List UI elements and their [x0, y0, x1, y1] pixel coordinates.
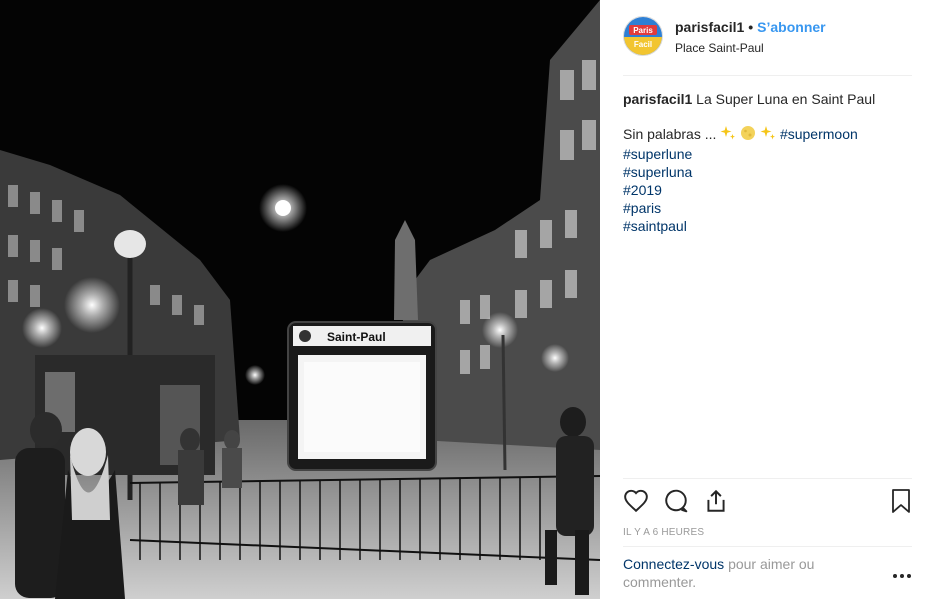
sparkles-icon: [760, 125, 776, 145]
caption: parisfacil1 La Super Luna en Saint Paul …: [623, 90, 912, 235]
header-separator: •: [748, 19, 754, 35]
comment-icon[interactable]: [663, 488, 689, 519]
share-icon[interactable]: [703, 488, 729, 519]
hashtag-link[interactable]: #saintpaul: [623, 217, 912, 235]
hashtag-link[interactable]: #paris: [623, 199, 912, 217]
login-divider: [623, 546, 912, 547]
avatar[interactable]: Paris Facil: [623, 16, 663, 56]
follow-button[interactable]: S’abonner: [757, 19, 825, 35]
header-divider: [623, 75, 912, 76]
more-options-icon[interactable]: [892, 566, 912, 584]
caption-username[interactable]: parisfacil1: [623, 91, 692, 107]
location-link[interactable]: Place Saint-Paul: [675, 41, 764, 55]
post-header: Paris Facil parisfacil1 • S’abonner Place …: [623, 14, 912, 74]
post-timestamp[interactable]: IL Y A 6 HEURES: [623, 527, 704, 538]
caption-title-row: parisfacil1 La Super Luna en Saint Paul: [623, 90, 912, 108]
bookmark-icon[interactable]: [889, 488, 913, 519]
hashtag-link[interactable]: #superlune: [623, 145, 912, 163]
caption-body: Sin palabras ... #supermoon #superlune #…: [623, 125, 912, 235]
hashtag-link[interactable]: #2019: [623, 181, 912, 199]
caption-text: Sin palabras ...: [623, 126, 717, 142]
hashtag-link[interactable]: #superluna: [623, 163, 912, 181]
metro-sign-text: Saint-Paul: [327, 330, 386, 344]
header-username[interactable]: parisfacil1: [675, 19, 744, 35]
post-details-panel: Paris Facil parisfacil1 • S’abonner Place …: [600, 0, 934, 599]
full-moon-icon: [740, 125, 756, 145]
caption-title: La Super Luna en Saint Paul: [696, 91, 876, 107]
avatar-logo-top: Paris: [633, 26, 653, 35]
header-username-row: parisfacil1 • S’abonner: [675, 19, 826, 35]
login-link[interactable]: Connectez-vous: [623, 556, 724, 572]
hashtag-link[interactable]: #supermoon: [780, 126, 858, 142]
sparkles-icon: [720, 125, 736, 145]
actions-divider: [623, 478, 912, 479]
heart-icon[interactable]: [623, 488, 649, 519]
avatar-logo-bottom: Facil: [634, 40, 652, 49]
post-photo[interactable]: Saint-Paul: [0, 0, 600, 599]
login-prompt: Connectez-vous pour aimer ou commenter.: [623, 555, 853, 591]
action-bar: [623, 488, 912, 518]
